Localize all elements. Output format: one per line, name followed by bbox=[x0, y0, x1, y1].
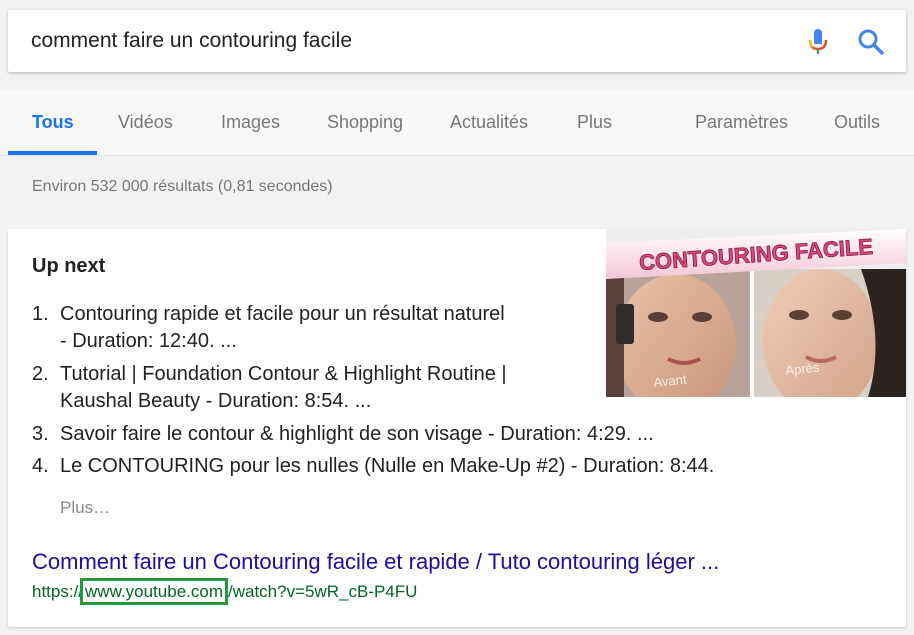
search-tabs: Tous Vidéos Images Shopping Actualités P… bbox=[0, 90, 914, 156]
tab-plus[interactable]: Plus bbox=[577, 112, 612, 133]
search-input[interactable] bbox=[8, 10, 906, 72]
list-item-number: 4. bbox=[32, 455, 49, 477]
card-heading: Up next bbox=[32, 255, 106, 277]
video-thumbnail[interactable]: CONTOURING FACILE Avant Après bbox=[606, 229, 906, 397]
list-item-text: Le CONTOURING pour les nulles (Nulle en … bbox=[60, 455, 715, 477]
result-title-link[interactable]: Comment faire un Contouring facile et ra… bbox=[32, 549, 719, 575]
list-item-number: 1. bbox=[32, 303, 49, 325]
microphone-icon[interactable] bbox=[803, 26, 833, 56]
list-item-text: Contouring rapide et facile pour un résu… bbox=[60, 303, 505, 325]
list-item-text: Savoir faire le contour & highlight de s… bbox=[60, 423, 654, 445]
list-item[interactable]: 4. Le CONTOURING pour les nulles (Nulle e… bbox=[32, 453, 714, 480]
list-item-number: 3. bbox=[32, 423, 49, 445]
tab-tous[interactable]: Tous bbox=[32, 112, 74, 133]
result-url: https://www.youtube.com/watch?v=5wR_cB-P… bbox=[32, 578, 418, 605]
tabs-divider bbox=[0, 155, 914, 156]
search-results-page: Tous Vidéos Images Shopping Actualités P… bbox=[0, 0, 914, 635]
tab-images[interactable]: Images bbox=[221, 112, 280, 133]
list-item-number: 2. bbox=[32, 363, 49, 385]
tab-shopping[interactable]: Shopping bbox=[327, 112, 403, 133]
tab-videos[interactable]: Vidéos bbox=[118, 112, 173, 133]
list-item[interactable]: 1. Contouring rapide et facile pour un ré… bbox=[32, 301, 505, 355]
more-link[interactable]: Plus… bbox=[60, 498, 110, 518]
url-domain-highlight: www.youtube.com bbox=[80, 578, 228, 605]
tab-actualites[interactable]: Actualités bbox=[450, 112, 528, 133]
search-icon[interactable] bbox=[856, 27, 886, 57]
list-item[interactable]: 3. Savoir faire le contour & highlight de… bbox=[32, 421, 654, 448]
tab-outils[interactable]: Outils bbox=[834, 112, 880, 133]
url-path: /watch?v=5wR_cB-P4FU bbox=[227, 582, 418, 601]
search-box bbox=[8, 10, 906, 72]
result-stats: Environ 532 000 résultats (0,81 secondes… bbox=[32, 178, 333, 195]
list-item-text-continued: - Duration: 12:40. ... bbox=[60, 330, 237, 352]
list-item[interactable]: 2. Tutorial | Foundation Contour & Highli… bbox=[32, 361, 507, 415]
up-next-card: Up next 1. Contouring rapide et facile po… bbox=[8, 229, 906, 627]
list-item-text: Tutorial | Foundation Contour & Highligh… bbox=[60, 363, 507, 385]
tab-parametres[interactable]: Paramètres bbox=[695, 112, 788, 133]
list-item-text-continued: Kaushal Beauty - Duration: 8:54. ... bbox=[60, 390, 372, 412]
url-prefix: https:// bbox=[32, 582, 84, 601]
